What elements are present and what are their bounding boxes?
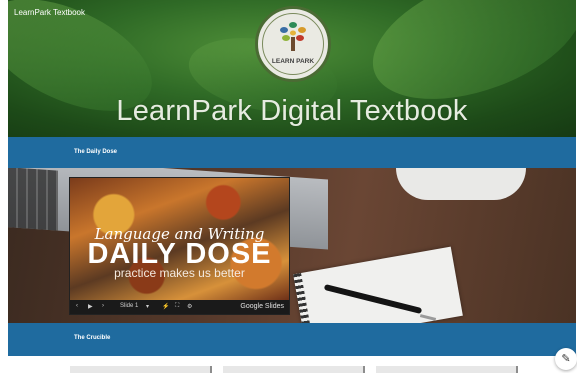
link-icon[interactable]: ⚡ (162, 303, 169, 310)
play-icon[interactable]: ▶ (88, 303, 93, 310)
next-icon[interactable]: › (102, 303, 104, 309)
learn-park-logo: LEARN PARK (255, 6, 331, 82)
logo-text: LEARN PARK (271, 58, 315, 65)
pencil-icon: ✎ (561, 353, 571, 365)
tree-icon (280, 22, 306, 51)
prev-icon[interactable]: ‹ (76, 303, 78, 309)
slide-tagline: practice makes us better (114, 266, 245, 280)
section-title: The Daily Dose (74, 149, 118, 155)
slide-selector[interactable]: Slide 1 (120, 303, 138, 309)
page-title: LearnPark Digital Textbook (116, 95, 468, 127)
google-slides-embed[interactable]: Language and Writing DAILY DOSE practice… (70, 178, 289, 314)
content-card[interactable] (223, 366, 365, 373)
content-card[interactable] (376, 366, 518, 373)
section-title: The Crucible (74, 335, 111, 341)
hero-banner: LearnPark Textbook LEARN PARK LearnPark … (8, 0, 576, 137)
google-slides-brand[interactable]: Google Slides (240, 303, 284, 310)
settings-icon[interactable]: ⚙ (187, 303, 192, 310)
content-card[interactable] (70, 366, 212, 373)
slide-image: Language and Writing DAILY DOSE practice… (70, 178, 289, 300)
fullscreen-icon[interactable]: ⛶ (175, 303, 179, 310)
site-name[interactable]: LearnPark Textbook (14, 8, 85, 17)
section-header-crucible: The Crucible (8, 323, 576, 356)
edit-button[interactable]: ✎ (555, 348, 577, 370)
chevron-down-icon[interactable]: ▾ (146, 303, 149, 310)
section-header-daily-dose: The Daily Dose (8, 137, 576, 168)
page: LearnPark Textbook LEARN PARK LearnPark … (8, 0, 576, 373)
slides-controls: ‹ ▶ › Slide 1 ▾ ⚡ ⛶ ⚙ Google Slides (70, 300, 289, 314)
